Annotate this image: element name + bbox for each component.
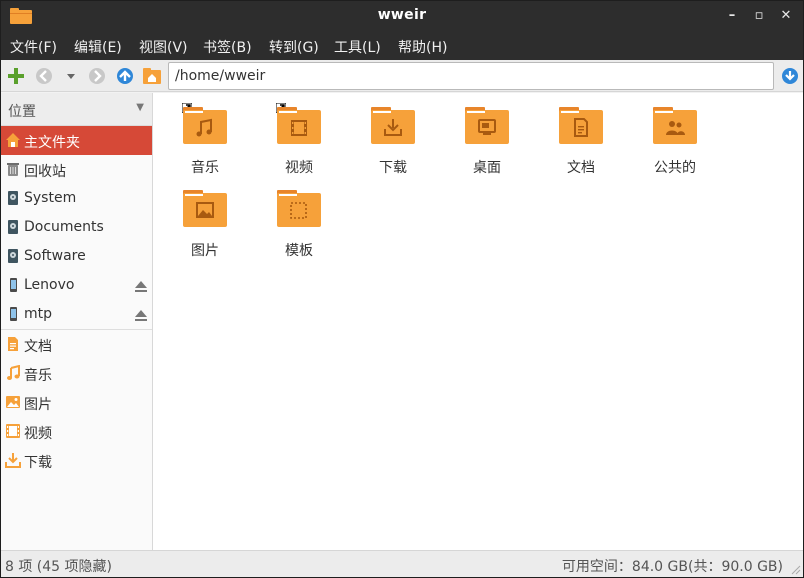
sidebar-item-software[interactable]: Software <box>1 242 152 271</box>
minimize-button[interactable]: – <box>721 5 743 27</box>
public-folder-icon <box>653 107 697 144</box>
sidebar: 位置 ▼ 主文件夹 回收站 System Documents Software … <box>1 93 153 550</box>
folder-item-templates[interactable]: 模板 <box>249 180 343 259</box>
sidebar-item-documents[interactable]: 文档 <box>1 330 152 359</box>
sidebar-item-label: Software <box>24 248 86 264</box>
path-bar[interactable] <box>168 62 774 90</box>
trash-icon <box>7 163 19 176</box>
sidebar-item-label: Lenovo <box>24 277 75 293</box>
sidebar-item-lenovo[interactable]: Lenovo <box>1 271 152 300</box>
desktop-folder-icon <box>465 107 509 144</box>
download-folder-icon <box>371 107 415 144</box>
sidebar-item-downloads[interactable]: 下载 <box>1 446 152 475</box>
folder-item-documents[interactable]: 文档 <box>531 97 625 176</box>
resize-grip-icon[interactable] <box>789 563 801 575</box>
folder-item-public[interactable]: 公共的 <box>625 97 719 176</box>
folder-label: 图片 <box>191 243 219 259</box>
file-view[interactable]: 音乐 视频 下载 桌面 文档 公共的 图片 模板 <box>153 93 803 550</box>
video-folder-icon <box>277 107 321 144</box>
sidebar-item-label: 回收站 <box>24 164 66 180</box>
forward-icon[interactable] <box>86 65 108 87</box>
music-icon <box>7 365 20 380</box>
places-header[interactable]: 位置 ▼ <box>1 93 152 126</box>
maximize-button[interactable]: ▫ <box>748 5 770 27</box>
sidebar-item-trash[interactable]: 回收站 <box>1 155 152 184</box>
sidebar-item-home[interactable]: 主文件夹 <box>1 126 152 155</box>
sidebar-item-system[interactable]: System <box>1 184 152 213</box>
folder-item-desktop[interactable]: 桌面 <box>437 97 531 176</box>
documents-folder-icon <box>559 107 603 144</box>
menu-bar: 文件(F) 编辑(E) 视图(V) 书签(B) 转到(G) 工具(L) 帮助(H… <box>1 31 803 60</box>
drive-icon <box>8 191 18 205</box>
eject-icon[interactable] <box>133 278 149 294</box>
sidebar-item-label: 文档 <box>24 339 52 355</box>
document-icon <box>8 337 18 351</box>
close-button[interactable]: ✕ <box>775 5 797 27</box>
drive-icon <box>8 249 18 263</box>
menu-tools[interactable]: 工具(L) <box>334 37 381 57</box>
up-icon[interactable] <box>114 65 136 87</box>
menu-file[interactable]: 文件(F) <box>10 37 57 57</box>
menu-bookmarks[interactable]: 书签(B) <box>203 37 252 57</box>
path-input[interactable] <box>175 68 767 84</box>
sidebar-item-label: 下载 <box>24 455 52 471</box>
menu-go[interactable]: 转到(G) <box>269 37 319 57</box>
drive-icon <box>8 220 18 234</box>
video-icon <box>6 424 20 438</box>
sidebar-item-videos[interactable]: 视频 <box>1 417 152 446</box>
folder-label: 文档 <box>567 160 595 176</box>
menu-help[interactable]: 帮助(H) <box>398 37 447 57</box>
history-dropdown-icon[interactable] <box>60 65 82 87</box>
folder-label: 下载 <box>379 160 407 176</box>
places-header-label: 位置 <box>8 104 36 120</box>
sidebar-item-mtp[interactable]: mtp <box>1 300 152 329</box>
folder-label: 音乐 <box>191 160 219 176</box>
sidebar-item-label: 主文件夹 <box>24 135 80 151</box>
folder-label: 桌面 <box>473 160 501 176</box>
add-icon[interactable] <box>5 65 27 87</box>
path-go-icon[interactable] <box>779 65 801 87</box>
templates-folder-icon <box>277 190 321 227</box>
sidebar-item-label: System <box>24 190 77 206</box>
file-manager-window: wweir – ▫ ✕ 文件(F) 编辑(E) 视图(V) 书签(B) 转到(G… <box>0 0 804 578</box>
folder-label: 公共的 <box>654 160 696 176</box>
download-icon <box>5 453 21 468</box>
back-icon[interactable] <box>33 65 55 87</box>
title-bar[interactable]: wweir – ▫ ✕ <box>1 1 803 31</box>
free-space-status: 可用空间：84.0 GB(共：90.0 GB) <box>561 559 783 575</box>
eject-icon[interactable] <box>133 307 149 323</box>
sidebar-item-label: mtp <box>24 306 53 322</box>
menu-view[interactable]: 视图(V) <box>139 37 188 57</box>
sidebar-item-music[interactable]: 音乐 <box>1 359 152 388</box>
phone-icon <box>10 307 17 321</box>
window-title: wweir <box>377 7 427 23</box>
sidebar-item-label: Documents <box>24 219 104 235</box>
sidebar-item-documents-drive[interactable]: Documents <box>1 213 152 242</box>
folder-item-pictures[interactable]: 图片 <box>155 180 249 259</box>
chevron-down-icon[interactable]: ▼ <box>136 102 144 113</box>
pictures-folder-icon <box>183 190 227 227</box>
sidebar-item-label: 图片 <box>24 397 52 413</box>
folder-item-videos[interactable]: 视频 <box>249 97 343 176</box>
status-bar: 8 项 (45 项隐藏) 可用空间：84.0 GB(共：90.0 GB) <box>1 550 803 577</box>
menu-edit[interactable]: 编辑(E) <box>74 37 122 57</box>
home-icon[interactable] <box>141 65 163 87</box>
folder-item-music[interactable]: 音乐 <box>155 97 249 176</box>
folder-label: 视频 <box>285 160 313 176</box>
picture-icon <box>6 396 20 408</box>
folder-item-downloads[interactable]: 下载 <box>343 97 437 176</box>
sidebar-item-label: 视频 <box>24 426 52 442</box>
home-icon <box>6 133 20 147</box>
folder-label: 模板 <box>285 243 313 259</box>
toolbar <box>1 60 803 92</box>
music-folder-icon <box>183 107 227 144</box>
sidebar-item-pictures[interactable]: 图片 <box>1 388 152 417</box>
phone-icon <box>10 278 17 292</box>
item-count-status: 8 项 (45 项隐藏) <box>5 559 112 575</box>
sidebar-item-label: 音乐 <box>24 368 52 384</box>
